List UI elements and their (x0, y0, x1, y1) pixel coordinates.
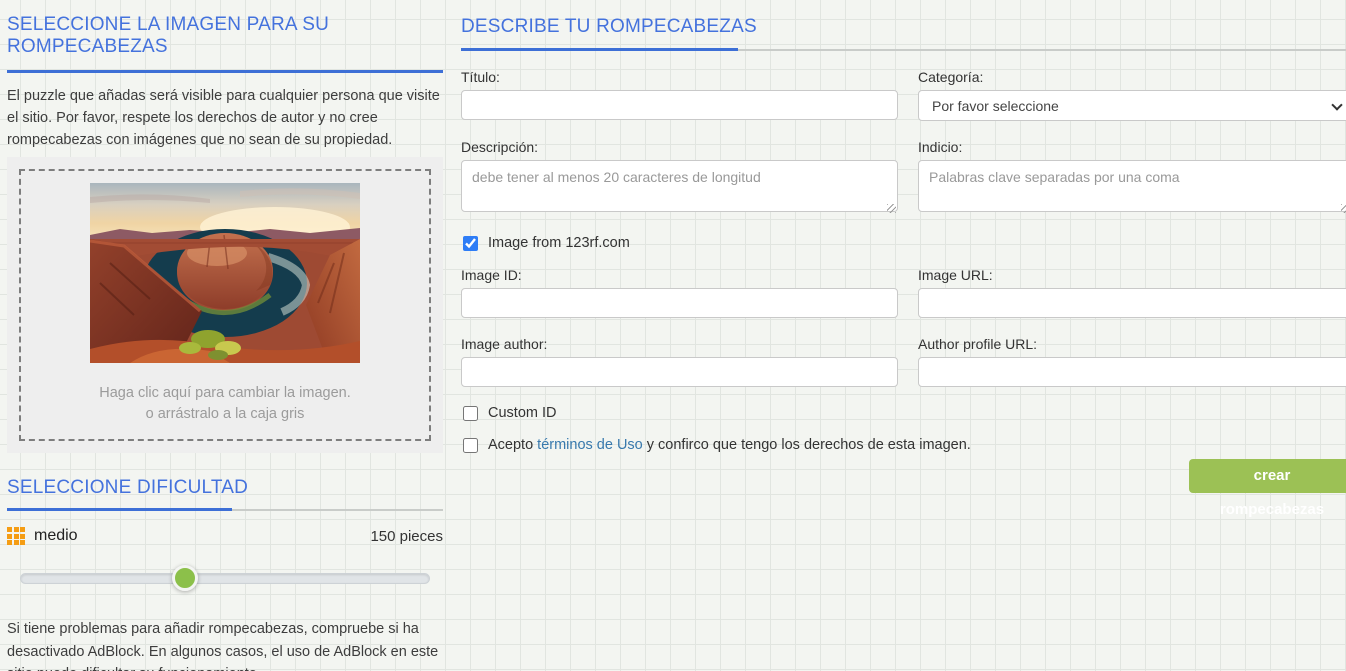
title-input[interactable] (461, 90, 898, 120)
category-label: Categoría: (918, 69, 984, 85)
select-image-heading: SELECCIONE LA IMAGEN PARA SU ROMPECABEZA… (7, 14, 330, 57)
image-dropzone-dashed-area[interactable]: Haga clic aquí para cambiar la imagen. o… (19, 169, 431, 441)
hint-textarea[interactable] (918, 160, 1346, 212)
describe-heading-rule (461, 48, 1346, 51)
author-profile-url-label: Author profile URL: (918, 336, 1038, 352)
difficulty-heading: SELECCIONE DIFICULTAD (7, 477, 249, 498)
pieces-count: 150 pieces (370, 527, 443, 545)
slider-thumb[interactable] (171, 565, 198, 591)
terms-of-use-link[interactable]: términos de Uso (537, 437, 643, 453)
dropzone-hint-line1: Haga clic aquí para cambiar la imagen. (99, 385, 351, 401)
image-from-123rf-label: Image from 123rf.com (488, 235, 630, 251)
canyon-image (90, 183, 360, 363)
select-image-panel: SELECCIONE LA IMAGEN PARA SU ROMPECABEZA… (7, 0, 443, 671)
puzzle-grid-icon (7, 527, 25, 545)
image-dropzone[interactable]: Haga clic aquí para cambiar la imagen. o… (7, 157, 443, 453)
heading-rule (7, 70, 443, 73)
author-profile-url-input[interactable] (918, 357, 1346, 387)
copyright-note: El puzzle que añadas será visible para c… (7, 88, 440, 148)
create-puzzle-page: SELECCIONE LA IMAGEN PARA SU ROMPECABEZA… (0, 0, 1346, 671)
describe-puzzle-panel: DESCRIBE TU ROMPECABEZAS Título: Categor… (461, 0, 1346, 453)
image-from-123rf-checkbox[interactable] (463, 235, 478, 251)
chevron-down-icon (1331, 99, 1343, 111)
difficulty-heading-rule (7, 508, 443, 511)
accept-suffix: y confirco que tengo los derechos de est… (642, 437, 971, 453)
hint-label: Indicio: (918, 139, 963, 155)
description-label: Descripción: (461, 139, 539, 155)
image-id-label: Image ID: (461, 267, 522, 283)
describe-heading: DESCRIBE TU ROMPECABEZAS (461, 16, 757, 37)
description-textarea[interactable] (461, 160, 898, 212)
title-label: Título: (461, 69, 500, 85)
custom-id-label: Custom ID (488, 405, 557, 421)
resize-grip-icon[interactable] (887, 204, 896, 213)
image-author-label: Image author: (461, 336, 548, 352)
create-puzzle-button[interactable]: crear rompecabezas (1189, 459, 1346, 518)
custom-id-row: Custom ID (461, 405, 1346, 421)
accept-terms-checkbox[interactable] (463, 437, 478, 453)
resize-grip-icon[interactable] (1341, 204, 1346, 213)
custom-id-checkbox[interactable] (463, 405, 478, 421)
category-select[interactable]: Por favor seleccione (918, 90, 1346, 121)
accept-prefix: Acepto (488, 437, 538, 453)
image-from-123rf-row: Image from 123rf.com (461, 235, 1346, 251)
accept-terms-row: Acepto términos de Uso y confirco que te… (461, 437, 1346, 453)
accept-terms-label: Acepto términos de Uso y confirco que te… (488, 437, 971, 453)
difficulty-row: medio 150 pieces (7, 527, 443, 545)
dropzone-hint-line2: o arrástralo a la caja gris (145, 406, 305, 422)
adblock-note: Si tiene problemas para añadir rompecabe… (7, 621, 439, 671)
difficulty-label: medio (34, 527, 78, 544)
image-id-input[interactable] (461, 288, 898, 318)
image-author-input[interactable] (461, 357, 898, 387)
slider-track[interactable] (20, 573, 430, 584)
category-selected-value: Por favor seleccione (932, 97, 1059, 114)
image-url-label: Image URL: (918, 267, 993, 283)
image-url-input[interactable] (918, 288, 1346, 318)
difficulty-slider[interactable] (20, 565, 430, 591)
